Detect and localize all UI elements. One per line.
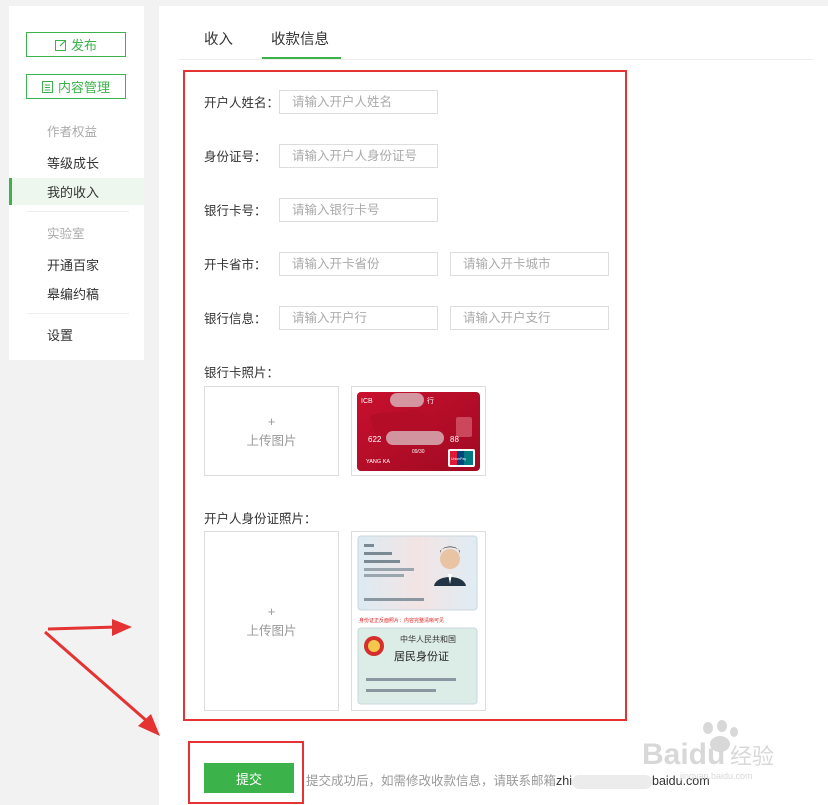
arrow-icon [44, 630, 160, 736]
annotation-arrows [44, 619, 160, 736]
watermark-text: Baidu [642, 738, 725, 771]
watermark-cn: 经验 [730, 745, 774, 770]
baidu-watermark: Baidu 经验 jingyan.baidu.com [642, 720, 774, 781]
arrow-icon [47, 619, 132, 636]
watermark-url: jingyan.baidu.com [679, 771, 753, 781]
